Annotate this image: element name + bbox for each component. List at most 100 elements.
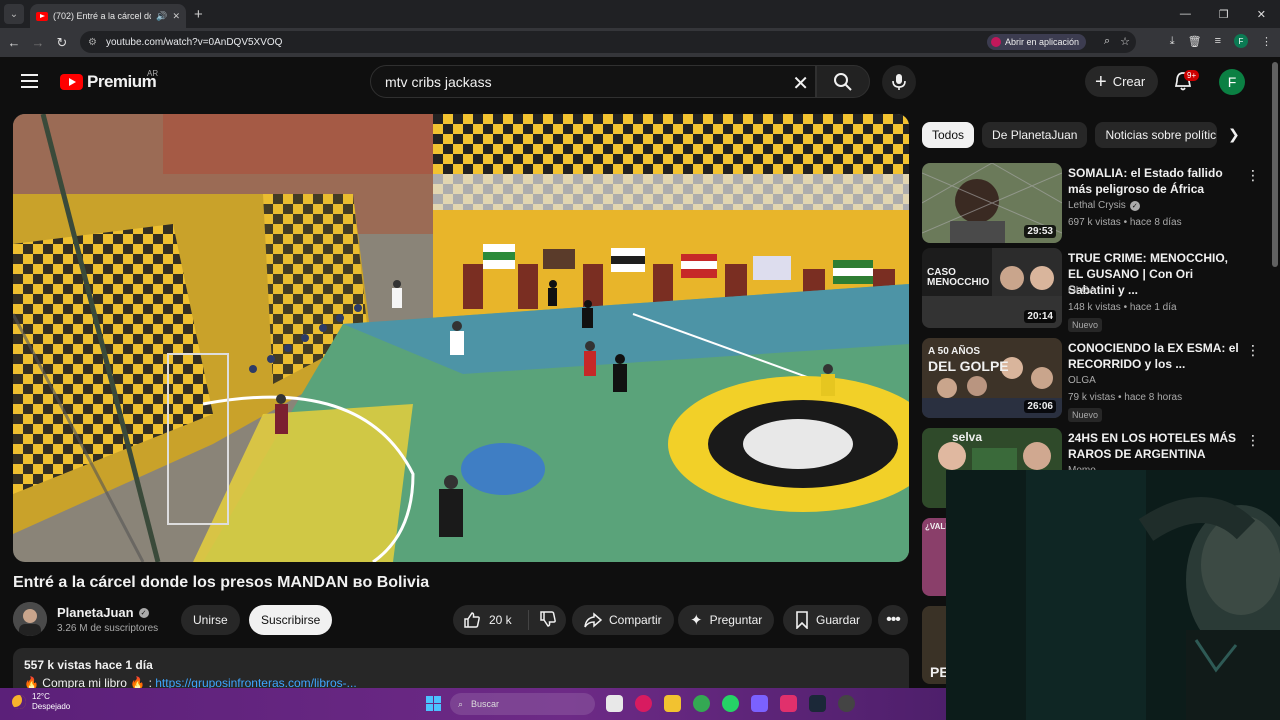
chip-todos[interactable]: Todos — [922, 122, 975, 148]
open-in-app-button[interactable]: Abrir en aplicación — [986, 34, 1086, 50]
bookmark-star-icon[interactable]: ☆ — [1120, 35, 1130, 48]
rec-thumbnail-partial[interactable]: PE — [922, 606, 946, 684]
weather-temp: 12°C — [32, 692, 50, 701]
open-in-app-label: Abrir en aplicación — [1004, 37, 1079, 47]
account-avatar[interactable]: F — [1219, 69, 1245, 95]
rec-item[interactable]: A 50 AÑOS DEL GOLPE 26:06 CONOCIENDO la … — [922, 338, 1272, 422]
taskbar-search[interactable]: ⌕ Buscar — [450, 693, 595, 715]
region-code: AR — [147, 69, 159, 78]
create-button[interactable]: + Crear — [1085, 66, 1159, 97]
chip-news[interactable]: Noticias sobre polític — [1095, 122, 1218, 148]
rec-menu-icon[interactable]: ⋮ — [1246, 167, 1260, 184]
more-icon: ••• — [886, 611, 901, 628]
browser-tab-title: (702) Entré a la cárcel donde — [53, 11, 151, 21]
description-box[interactable]: 557 k vistas hace 1 día 🔥 Compra mi libr… — [13, 648, 909, 693]
join-label: Unirse — [193, 613, 228, 627]
rec-title: CONOCIENDO la EX ESMA: el RECORRIDO y lo… — [1068, 341, 1239, 371]
share-label: Compartir — [609, 613, 662, 627]
browser-profile-avatar[interactable]: F — [1234, 34, 1248, 48]
sparkle-icon: ✦ — [690, 612, 703, 629]
window-close-icon[interactable]: ✕ — [1257, 8, 1266, 21]
reload-icon[interactable]: ↻ — [50, 35, 74, 51]
rec-channel-name: OLGA — [1068, 285, 1096, 296]
video-player[interactable] — [13, 114, 909, 562]
figma-icon[interactable] — [751, 695, 768, 712]
address-bar[interactable]: ⚙ youtube.com/watch?v=0AnDQV5XVOQ Abrir … — [80, 31, 1136, 53]
like-button[interactable]: 20 k — [453, 610, 529, 630]
notification-count-badge: 9+ — [1184, 70, 1200, 81]
video-title: Entré a la cárcel donde los presos MANDA… — [13, 574, 430, 591]
rec-thumbnail-partial[interactable]: ¿VALE — [922, 518, 946, 596]
voice-search-button[interactable] — [882, 65, 916, 99]
subscribe-label: Suscribirse — [261, 613, 321, 627]
task-view-icon[interactable] — [606, 695, 623, 712]
like-dislike-group: 20 k — [453, 605, 566, 635]
ask-button[interactable]: ✦ Preguntar — [678, 605, 775, 635]
new-tab-button[interactable]: + — [194, 6, 203, 23]
webcam-overlay — [946, 470, 1280, 720]
share-icon — [584, 612, 602, 628]
scrollbar[interactable] — [1272, 62, 1278, 267]
whatsapp-icon[interactable] — [722, 695, 739, 712]
more-actions-button[interactable]: ••• — [878, 605, 908, 635]
file-explorer-icon[interactable] — [664, 695, 681, 712]
app-icon[interactable] — [635, 695, 652, 712]
tab-search-button[interactable]: ⌄ — [4, 4, 24, 24]
rec-item[interactable]: 29:53 SOMALIA: el Estado fallido más pel… — [922, 163, 1272, 243]
chrome-icon[interactable] — [693, 695, 710, 712]
weather-condition: Despejado — [32, 702, 71, 711]
trash-icon[interactable]: 🗑 — [1188, 35, 1202, 48]
zoom-icon[interactable]: ⌕ — [1104, 35, 1110, 48]
rec-menu-icon[interactable]: ⋮ — [1246, 432, 1260, 449]
chip-channel[interactable]: De PlanetaJuan — [982, 122, 1088, 148]
minimize-icon[interactable]: — — [1180, 8, 1191, 21]
search-button[interactable] — [816, 65, 870, 98]
video-frame — [13, 114, 909, 562]
channel-name-link[interactable]: PlanetaJuan ✓ — [57, 605, 149, 620]
search-input[interactable]: mtv cribs jackass ✕ — [370, 65, 816, 98]
thumbnail-text: PE — [930, 664, 946, 680]
tab-close-icon[interactable]: ✕ — [172, 11, 180, 22]
clear-search-icon[interactable]: ✕ — [792, 71, 809, 96]
youtube-logo[interactable]: Premium — [60, 72, 157, 92]
browser-menu-icon[interactable]: ⋮ — [1261, 35, 1272, 48]
steam-icon[interactable] — [809, 695, 826, 712]
site-info-icon[interactable]: ⚙ — [88, 37, 97, 48]
thumbs-up-icon — [464, 612, 480, 628]
join-button[interactable]: Unirse — [181, 605, 240, 635]
maximize-icon[interactable]: ❐ — [1219, 8, 1229, 21]
new-badge: Nuevo — [1068, 408, 1103, 422]
chevron-right-icon[interactable]: ❯ — [1228, 126, 1240, 143]
youtube-favicon-icon — [36, 11, 48, 21]
download-icon[interactable]: ⤓ — [1170, 35, 1175, 48]
webcam-image — [946, 470, 1280, 720]
audio-icon[interactable]: 🔊 — [156, 11, 167, 22]
verified-icon: ✓ — [138, 607, 149, 618]
rec-title: SOMALIA: el Estado fallido más peligroso… — [1068, 166, 1223, 196]
thumbnail-text: A 50 AÑOS — [928, 346, 981, 357]
create-label: Crear — [1112, 74, 1146, 89]
back-icon[interactable]: ← — [2, 35, 26, 50]
save-button[interactable]: Guardar — [783, 605, 873, 635]
rec-title: 24HS EN LOS HOTELES MÁS RAROS DE ARGENTI… — [1068, 431, 1237, 461]
media-icon[interactable]: ≡ — [1215, 35, 1221, 47]
rec-channel: OLGA — [1068, 375, 1096, 386]
thumbnail-text: selva — [952, 430, 983, 444]
forward-icon[interactable]: → — [26, 35, 50, 50]
channel-avatar[interactable] — [13, 602, 47, 636]
weather-widget[interactable]: 12°C Despejado — [12, 692, 70, 712]
dislike-button[interactable] — [529, 610, 557, 631]
browser-tab-active[interactable]: (702) Entré a la cárcel donde 🔊 ✕ — [30, 4, 186, 28]
rec-item[interactable]: CASO MENOCCHIO 20:14 TRUE CRIME: MENOCCH… — [922, 248, 1272, 332]
rec-menu-icon[interactable]: ⋮ — [1246, 342, 1260, 359]
windows-taskbar: 12°C Despejado ⌕ Buscar — [0, 688, 946, 720]
instagram-icon[interactable] — [780, 695, 797, 712]
share-button[interactable]: Compartir — [572, 605, 674, 635]
rec-channel-name: Lethal Crysis — [1068, 200, 1126, 211]
obs-icon[interactable] — [838, 695, 855, 712]
rec-channel-name: OLGA — [1068, 375, 1096, 386]
hamburger-menu-icon[interactable] — [21, 74, 38, 88]
subscribe-button[interactable]: Suscribirse — [249, 605, 333, 635]
bookmark-icon — [796, 611, 808, 629]
start-button[interactable] — [426, 696, 441, 711]
